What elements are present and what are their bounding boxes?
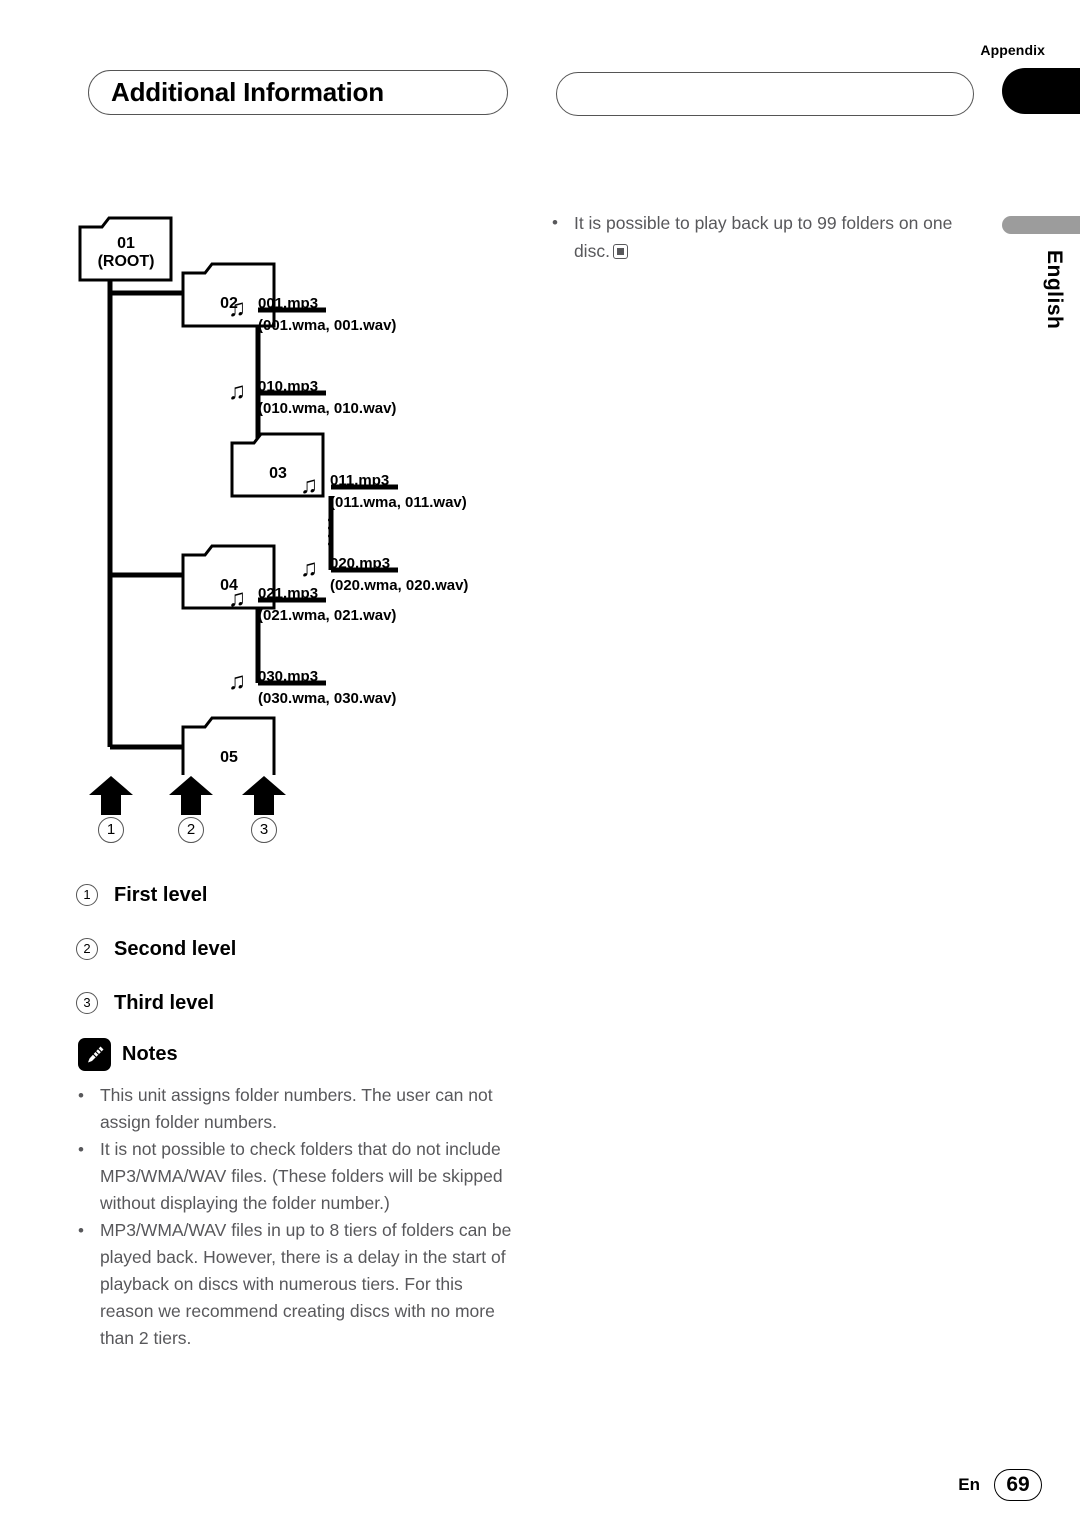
legend-number: 1 bbox=[76, 884, 98, 906]
note-text: This unit assigns folder numbers. The us… bbox=[99, 1085, 493, 1132]
page-title: Additional Information bbox=[111, 77, 384, 107]
callout-number-2: 2 bbox=[178, 817, 204, 843]
bullet-dot-icon: • bbox=[552, 213, 558, 232]
callout-number-3: 3 bbox=[251, 817, 277, 843]
note-text: MP3/WMA/WAV files in up to 8 tiers of fo… bbox=[99, 1220, 512, 1348]
list-item: • This unit assigns folder numbers. The … bbox=[78, 1082, 520, 1136]
page-number: 69 bbox=[994, 1469, 1042, 1501]
bullet-dot-icon: • bbox=[78, 1140, 84, 1159]
up-arrow-icon bbox=[88, 775, 134, 815]
page-footer: En 69 bbox=[958, 1469, 1042, 1501]
music-note-icon: ♫ bbox=[300, 472, 318, 499]
music-note-icon: ♫ bbox=[228, 295, 246, 322]
file-label: 011.mp3 (011.wma, 011.wav) bbox=[330, 472, 467, 511]
vertical-ellipsis-icon bbox=[328, 518, 332, 550]
legend-number: 3 bbox=[76, 992, 98, 1014]
vertical-ellipsis-icon bbox=[256, 632, 260, 664]
folder-structure-diagram: 01 (ROOT) 02 03 04 05 ♫ 001.mp3 (001.wma… bbox=[78, 215, 548, 775]
folder-label-05: 05 bbox=[220, 749, 238, 766]
legend-label: Second level bbox=[114, 937, 237, 960]
language-tab-label: English bbox=[1043, 250, 1066, 330]
notes-heading: Notes bbox=[78, 1038, 178, 1071]
music-note-icon: ♫ bbox=[228, 668, 246, 695]
vertical-ellipsis-icon bbox=[256, 342, 260, 374]
callout-number-1: 1 bbox=[98, 817, 124, 843]
appendix-section-label: Appendix bbox=[980, 42, 1045, 58]
legend-label: First level bbox=[114, 883, 208, 906]
list-item: • It is possible to play back up to 99 f… bbox=[552, 209, 984, 265]
pencil-icon bbox=[78, 1038, 111, 1071]
right-column: • It is possible to play back up to 99 f… bbox=[552, 209, 984, 265]
file-label: 001.mp3 (001.wma, 001.wav) bbox=[258, 295, 397, 334]
up-arrow-icon bbox=[168, 775, 214, 815]
list-item: • It is not possible to check folders th… bbox=[78, 1136, 520, 1217]
page-title-pill: Additional Information bbox=[88, 70, 508, 115]
appendix-black-tab bbox=[1002, 68, 1080, 114]
music-note-icon: ♫ bbox=[300, 555, 318, 582]
legend-item: 2 Second level bbox=[76, 922, 496, 976]
footer-language-code: En bbox=[958, 1475, 980, 1494]
notes-list: • This unit assigns folder numbers. The … bbox=[78, 1082, 520, 1352]
legend-label: Third level bbox=[114, 991, 215, 1014]
up-arrow-icon bbox=[241, 775, 287, 815]
file-label: 030.mp3 (030.wma, 030.wav) bbox=[258, 668, 397, 707]
bullet-dot-icon: • bbox=[78, 1086, 84, 1105]
legend: 1 First level 2 Second level 3 Third lev… bbox=[76, 868, 496, 1030]
notes-title: Notes bbox=[122, 1043, 178, 1065]
file-label: 021.mp3 (021.wma, 021.wav) bbox=[258, 585, 397, 624]
legend-item: 3 Third level bbox=[76, 976, 496, 1030]
bullet-dot-icon: • bbox=[78, 1221, 84, 1240]
end-of-section-square-icon bbox=[612, 244, 628, 259]
folder-label-01: 01 (ROOT) bbox=[97, 235, 155, 270]
music-note-icon: ♫ bbox=[228, 585, 246, 612]
music-note-icon: ♫ bbox=[228, 378, 246, 405]
legend-number: 2 bbox=[76, 938, 98, 960]
language-tab-marker bbox=[1002, 216, 1080, 234]
secondary-empty-pill bbox=[556, 72, 974, 116]
legend-item: 1 First level bbox=[76, 868, 496, 922]
right-bullet-text: It is possible to play back up to 99 fol… bbox=[573, 213, 953, 261]
file-label: 010.mp3 (010.wma, 010.wav) bbox=[258, 378, 397, 417]
note-text: It is not possible to check folders that… bbox=[99, 1139, 503, 1213]
level-callouts: 1 2 3 bbox=[78, 775, 338, 850]
list-item: • MP3/WMA/WAV files in up to 8 tiers of … bbox=[78, 1217, 520, 1352]
